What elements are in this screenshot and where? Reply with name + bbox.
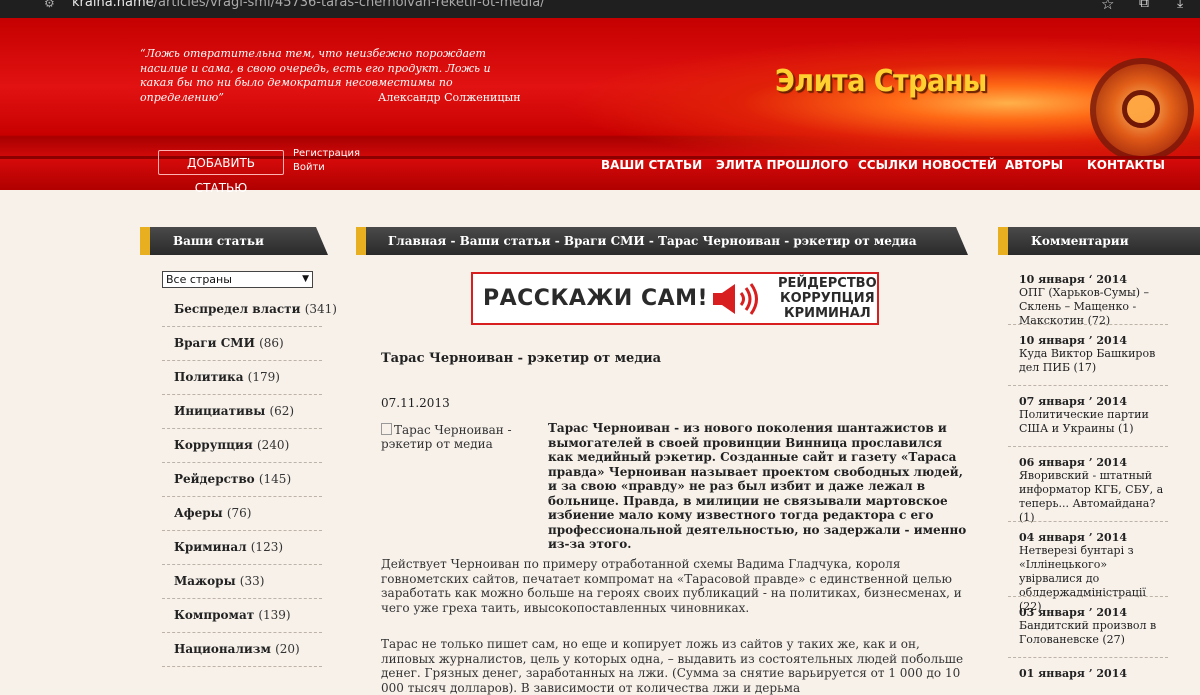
category-link[interactable]: Компромат (139) [174,608,291,622]
quote-author: Александр Солженицын [378,91,521,104]
banner-headline: РАССКАЖИ САМ! [483,286,709,311]
divider [162,666,322,667]
category-link[interactable]: Аферы (76) [174,506,251,520]
right-sidebar-header: Комментарии [998,227,1200,255]
nav-news-links[interactable]: ССЫЛКИ НОВОСТЕЙ [858,158,997,172]
tell-yourself-banner[interactable]: РАССКАЖИ САМ! РЕЙДЕРСТВО КОРРУПЦИЯ КРИМИ… [471,272,879,325]
divider [162,564,322,565]
divider [1008,385,1168,386]
browser-address-bar[interactable]: ⚙ kraina.name/articles/vragi-smi/45736-t… [0,0,1200,18]
article-title: Тарас Черноиван - рэкетир от медиа [381,351,662,366]
category-link[interactable]: Политика (179) [174,370,280,384]
comment-link[interactable]: Куда Виктор Башкиров дел ПИБ (17) [1019,347,1167,375]
header-accent [140,227,150,255]
category-link[interactable]: Враги СМИ (86) [174,336,284,350]
comment-link[interactable]: ОПГ (Харьков-Сумы) – Склень – Мащенко - … [1019,286,1167,328]
divider [1008,657,1168,658]
login-link[interactable]: Войти [293,162,325,173]
divider [162,496,322,497]
article-paragraph: Тарас не только пишет сам, но еще и копи… [381,637,964,695]
divider [1008,446,1168,447]
country-select-value: Все страны [166,273,232,286]
comment-date: 10 января ’ 2014 [1019,334,1128,347]
comment-date: 06 января ’ 2014 [1019,456,1128,469]
comment-date: 01 января ’ 2014 [1019,667,1128,680]
comment-date: 03 января ’ 2014 [1019,606,1128,619]
banner-tags: РЕЙДЕРСТВО КОРРУПЦИЯ КРИМИНАЛ [778,276,877,321]
comment-date: 10 января ‘ 2014 [1019,273,1128,286]
bookmark-star-icon[interactable]: ☆ [1101,0,1114,13]
site-logo[interactable]: Элита Страны [775,64,987,99]
header-accent [356,227,366,255]
divider [162,462,322,463]
nav-your-articles[interactable]: ВАШИ СТАТЬИ [601,158,702,172]
divider [1008,596,1168,597]
comment-link[interactable]: Политические партии США и Украины (1) [1019,408,1167,436]
extensions-icon[interactable]: ⧉ [1139,0,1149,11]
nav-contacts[interactable]: КОНТАКТЫ [1087,158,1165,172]
country-select[interactable]: Все страны ▼ [162,271,313,288]
site-info-icon[interactable]: ⚙ [44,0,58,10]
comment-link[interactable]: Нетверезі бунтарі з «Іллінецького» увірв… [1019,544,1167,614]
breadcrumb-bar: Главная - Ваши статьи - Враги СМИ - Тара… [356,227,968,255]
right-sidebar-title: Комментарии [1031,234,1129,248]
left-sidebar-header: Ваши статьи [140,227,328,255]
nav-elite-past[interactable]: ЭЛИТА ПРОШЛОГО [716,158,848,172]
chevron-down-icon: ▼ [302,274,309,284]
comment-date: 04 января ’ 2014 [1019,531,1128,544]
comment-link[interactable]: Бандитский произвол в Голованевске (27) [1019,619,1167,647]
category-link[interactable]: Мажоры (33) [174,574,264,588]
category-link[interactable]: Криминал (123) [174,540,283,554]
divider [162,394,322,395]
article-lead: Тарас Черноиван - из нового поколения ша… [548,421,967,551]
comment-date: 07 января ’ 2014 [1019,395,1128,408]
divider [1008,521,1168,522]
left-sidebar-title: Ваши статьи [173,234,264,248]
divider [1008,324,1168,325]
header-accent [998,227,1008,255]
category-link[interactable]: Рейдерство (145) [174,472,291,486]
film-reel-icon [1090,58,1194,162]
divider [162,632,322,633]
category-link[interactable]: Коррупция (240) [174,438,289,452]
register-link[interactable]: Регистрация [293,148,360,159]
url-text[interactable]: kraina.name/articles/vragi-smi/45736-tar… [72,0,545,10]
divider [162,428,322,429]
article-image: Тарас Черноиван - рэкетир от медиа [381,423,512,451]
divider [162,326,322,327]
article-date: 07.11.2013 [381,396,450,410]
divider [162,360,322,361]
category-link[interactable]: Национализм (20) [174,642,300,656]
divider [162,530,322,531]
breadcrumb[interactable]: Главная - Ваши статьи - Враги СМИ - Тара… [388,227,917,255]
download-icon[interactable]: ⤓ [1177,0,1183,11]
category-link[interactable]: Инициативы (62) [174,404,294,418]
divider [162,598,322,599]
broken-image-icon [381,423,392,435]
article-paragraph: Действует Черноиван по примеру отработан… [381,557,962,615]
megaphone-icon [713,283,758,315]
nav-authors[interactable]: АВТОРЫ [1005,158,1063,172]
category-link[interactable]: Беспредел власти (341) [174,302,337,316]
add-article-button[interactable]: ДОБАВИТЬ СТАТЬЮ [158,150,284,195]
comment-link[interactable]: Яворивский - штатный информатор КГБ, СБУ… [1019,469,1167,525]
